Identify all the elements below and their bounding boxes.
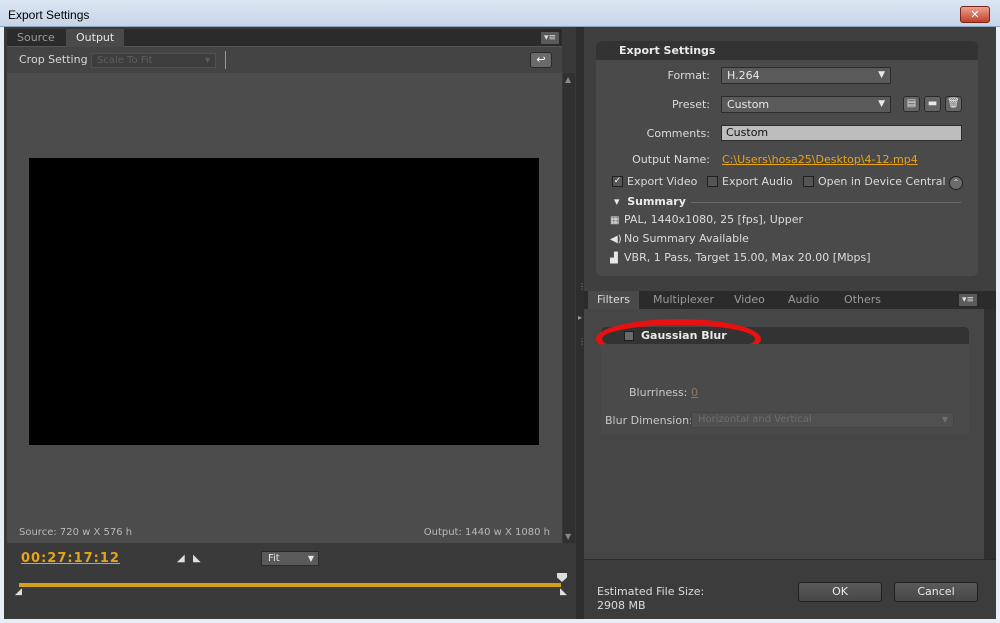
tab-video[interactable]: Video: [725, 291, 774, 309]
tab-audio[interactable]: Audio: [779, 291, 828, 309]
collapse-arrow-icon[interactable]: ▸: [578, 313, 582, 322]
toolbar-divider: [225, 51, 226, 69]
device-central-icon[interactable]: ⌃: [949, 176, 963, 190]
summary-video-text: PAL, 1440x1080, 25 [fps], Upper: [624, 213, 804, 226]
summary-audio-line: ◀) No Summary Available: [610, 232, 749, 245]
estimated-size-value: 2908 MB: [597, 599, 646, 612]
panel-splitter[interactable]: ⋮ ▸ ⋮: [576, 27, 586, 619]
checkbox-icon[interactable]: [803, 176, 814, 187]
export-settings-section: Export Settings Format: H.264 ▼ Preset: …: [596, 41, 978, 276]
format-value: H.264: [727, 69, 760, 82]
format-label: Format:: [667, 69, 710, 82]
source-dimensions: Source: 720 w X 576 h: [19, 527, 133, 538]
timeline-area: 00:27:17:12 ◢ ◣ Fit ▼ ◢ ◣: [7, 543, 575, 619]
out-marker-icon[interactable]: ◣: [560, 587, 567, 597]
comments-label: Comments:: [646, 127, 710, 140]
blur-dimension-select[interactable]: Horizontal and Vertical ▼: [691, 412, 954, 428]
summary-bitrate-line: ▟ VBR, 1 Pass, Target 15.00, Max 20.00 [M…: [610, 251, 871, 264]
video-preview-area: Source: 720 w X 576 h Output: 1440 w X 1…: [7, 73, 562, 543]
summary-video-line: ▦ PAL, 1440x1080, 25 [fps], Upper: [610, 213, 803, 226]
checkbox-checked-icon[interactable]: ✓: [612, 176, 623, 187]
comments-field[interactable]: Custom: [721, 125, 962, 141]
tab-filters[interactable]: Filters: [588, 291, 639, 309]
window-titlebar: Export Settings ✕: [0, 0, 1000, 27]
disclosure-triangle-icon[interactable]: ▾: [614, 195, 620, 208]
back-arrow-button[interactable]: ↩: [530, 52, 552, 68]
speaker-icon: ◀): [610, 234, 622, 245]
set-in-point-icon[interactable]: ◢: [177, 553, 185, 564]
crop-setting-value: Scale To Fit: [97, 55, 153, 66]
export-audio-checkbox[interactable]: Export Audio: [707, 175, 793, 188]
preview-panel: Source Output ▾≡ Crop Setting Scale To F…: [4, 27, 576, 619]
tab-multiplexer[interactable]: Multiplexer: [644, 291, 723, 309]
import-preset-icon[interactable]: ▬: [924, 96, 941, 112]
zoom-select[interactable]: Fit ▼: [261, 551, 319, 566]
preset-value: Custom: [727, 98, 770, 111]
save-preset-icon[interactable]: ▤: [903, 96, 920, 112]
settings-tabbar: Filters Multiplexer Video Audio Others ▾…: [584, 291, 996, 309]
output-name-label: Output Name:: [632, 153, 710, 166]
chevron-down-icon: ▼: [941, 415, 948, 424]
crop-toolbar: Crop Setting Scale To Fit ▾ ↩: [7, 47, 562, 73]
export-settings-dialog: Source Output ▾≡ Crop Setting Scale To F…: [4, 27, 996, 619]
section-title: Export Settings: [596, 41, 978, 60]
playhead-icon[interactable]: [557, 573, 567, 582]
bitrate-icon: ▟: [610, 253, 618, 264]
ok-button[interactable]: OK: [798, 582, 882, 602]
panel-menu-icon[interactable]: ▾≡: [540, 31, 560, 45]
window-title: Export Settings: [8, 8, 90, 22]
crop-setting-label: Crop Setting: [19, 53, 88, 66]
settings-panel: Export Settings Format: H.264 ▼ Preset: …: [584, 27, 996, 619]
estimated-size-label: Estimated File Size:: [597, 585, 705, 598]
panel-menu-icon[interactable]: ▾≡: [958, 293, 978, 307]
filters-pane: Gaussian Blur Blurriness: 0 Blur Dimensi…: [584, 309, 984, 559]
blur-dimension-label: Blur Dimension:: [605, 414, 693, 427]
current-timecode[interactable]: 00:27:17:12: [21, 551, 120, 566]
export-audio-label: Export Audio: [722, 175, 793, 188]
device-central-label: Open in Device Central: [818, 175, 946, 188]
preview-tabbar: Source Output ▾≡: [7, 29, 562, 47]
tab-output[interactable]: Output: [66, 29, 125, 47]
set-out-point-icon[interactable]: ◣: [193, 553, 201, 564]
output-dimensions: Output: 1440 w X 1080 h: [423, 527, 550, 538]
blur-dimension-value: Horizontal and Vertical: [698, 414, 812, 425]
preset-label: Preset:: [671, 98, 710, 111]
tab-others[interactable]: Others: [835, 291, 890, 309]
checkbox-icon[interactable]: [707, 176, 718, 187]
film-icon: ▦: [610, 215, 620, 226]
summary-bitrate-text: VBR, 1 Pass, Target 15.00, Max 20.00 [Mb…: [624, 251, 871, 264]
summary-title: Summary: [627, 195, 686, 208]
cancel-button[interactable]: Cancel: [894, 582, 978, 602]
chevron-down-icon: ▾: [204, 55, 210, 66]
device-central-checkbox[interactable]: Open in Device Central: [803, 175, 946, 188]
summary-header[interactable]: ▾ Summary: [614, 195, 686, 208]
tab-source[interactable]: Source: [7, 29, 65, 47]
chevron-down-icon: ▼: [307, 554, 314, 563]
in-marker-icon[interactable]: ◢: [15, 587, 22, 597]
preset-select[interactable]: Custom ▼: [721, 96, 891, 113]
export-video-checkbox[interactable]: ✓ Export Video: [612, 175, 697, 188]
crop-setting-select[interactable]: Scale To Fit ▾: [91, 53, 216, 68]
format-select[interactable]: H.264 ▼: [721, 67, 891, 84]
delete-preset-icon[interactable]: 🗑: [945, 96, 962, 112]
summary-audio-text: No Summary Available: [624, 232, 749, 245]
export-video-label: Export Video: [627, 175, 698, 188]
blurriness-value[interactable]: 0: [691, 386, 698, 399]
chevron-down-icon: ▼: [878, 70, 885, 80]
video-frame: [29, 158, 539, 445]
preview-vertical-scrollbar[interactable]: ▲ ▼: [563, 73, 575, 543]
dialog-footer: Estimated File Size: 2908 MB OK Cancel: [584, 559, 996, 619]
timeline-scrub-track[interactable]: [19, 583, 561, 587]
zoom-value: Fit: [268, 553, 280, 564]
summary-divider: [691, 202, 961, 203]
blurriness-label: Blurriness:: [629, 386, 688, 399]
filters-vertical-scrollbar[interactable]: [984, 309, 996, 559]
output-name-link[interactable]: C:\Users\hosa25\Desktop\4-12.mp4: [722, 153, 918, 166]
scroll-up-icon[interactable]: ▲: [565, 75, 571, 84]
chevron-down-icon: ▼: [878, 99, 885, 109]
scroll-down-icon[interactable]: ▼: [565, 532, 571, 541]
close-window-button[interactable]: ✕: [960, 6, 990, 23]
